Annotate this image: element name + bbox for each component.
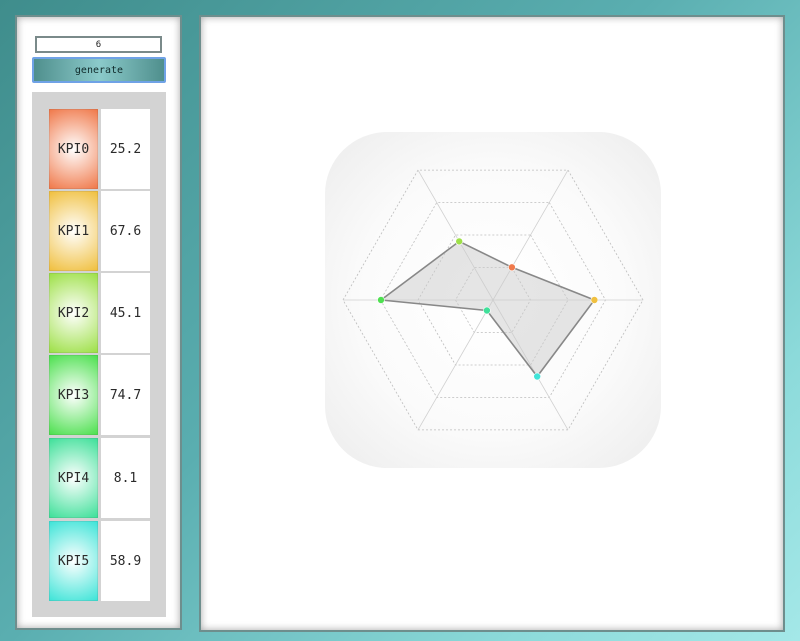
kpi-row: KPI2 45.1 bbox=[32, 273, 166, 353]
kpi-label: KPI0 bbox=[49, 109, 98, 189]
kpi-row: KPI5 58.9 bbox=[32, 521, 166, 601]
kpi-label: KPI4 bbox=[49, 438, 98, 518]
kpi-label: KPI1 bbox=[49, 191, 98, 271]
kpi-value: 74.7 bbox=[101, 355, 150, 435]
kpi-label: KPI2 bbox=[49, 273, 98, 353]
radar-chart-card bbox=[325, 132, 661, 468]
kpi-value: 8.1 bbox=[101, 438, 150, 518]
kpi-value: 58.9 bbox=[101, 521, 150, 601]
kpi-row: KPI4 8.1 bbox=[32, 438, 166, 518]
kpi-row: KPI1 67.6 bbox=[32, 191, 166, 271]
kpi-label: KPI3 bbox=[49, 355, 98, 435]
kpi-list: KPI0 25.2 KPI1 67.6 KPI2 45.1 KPI3 74.7 … bbox=[32, 92, 166, 617]
radar-point-kpi0 bbox=[508, 263, 516, 272]
kpi-count-input[interactable] bbox=[35, 36, 162, 53]
kpi-value: 67.6 bbox=[101, 191, 150, 271]
kpi-row: KPI3 74.7 bbox=[32, 355, 166, 435]
kpi-value: 25.2 bbox=[101, 109, 150, 189]
radar-point-kpi5 bbox=[533, 372, 541, 381]
control-panel: generate KPI0 25.2 KPI1 67.6 KPI2 45.1 K… bbox=[15, 15, 182, 630]
kpi-value: 45.1 bbox=[101, 273, 150, 353]
kpi-label: KPI5 bbox=[49, 521, 98, 601]
chart-panel bbox=[199, 15, 785, 632]
kpi-row: KPI0 25.2 bbox=[32, 109, 166, 189]
radar-point-kpi1 bbox=[590, 296, 599, 304]
radar-point-kpi2 bbox=[455, 237, 463, 246]
generate-button[interactable]: generate bbox=[32, 57, 166, 83]
radar-chart bbox=[342, 169, 644, 431]
radar-point-kpi4 bbox=[483, 306, 491, 315]
radar-point-kpi3 bbox=[377, 296, 385, 304]
